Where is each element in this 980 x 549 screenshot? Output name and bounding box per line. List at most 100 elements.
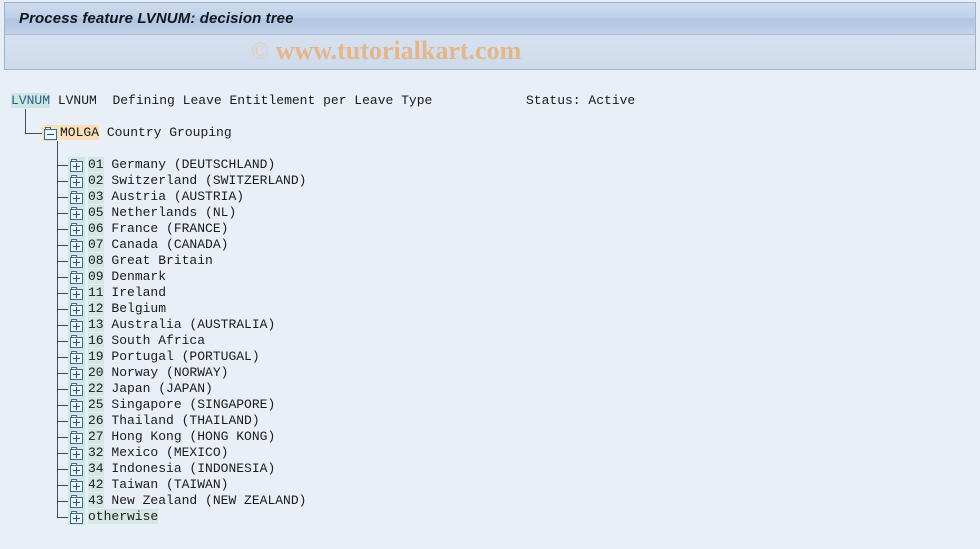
node-icon-cell[interactable] [68, 509, 85, 525]
node-code[interactable]: 16 [88, 333, 104, 348]
node-code[interactable]: 11 [88, 285, 104, 300]
tree-node-row[interactable]: 20 Norway (NORWAY) [88, 365, 228, 381]
folder-minus-icon[interactable] [44, 127, 57, 140]
node-icon-cell[interactable] [68, 173, 85, 189]
node-code[interactable]: 20 [88, 365, 104, 380]
node-icon-cell[interactable] [68, 285, 85, 301]
tree-node-row[interactable]: 25 Singapore (SINGAPORE) [88, 397, 275, 413]
folder-plus-icon[interactable] [70, 431, 83, 444]
node-icon-cell[interactable] [68, 301, 85, 317]
node-icon-cell[interactable] [68, 253, 85, 269]
folder-plus-icon[interactable] [70, 207, 83, 220]
tree-node-row[interactable]: 19 Portugal (PORTUGAL) [88, 349, 260, 365]
folder-plus-icon[interactable] [70, 255, 83, 268]
node-code[interactable]: 27 [88, 429, 104, 444]
folder-plus-icon[interactable] [70, 367, 83, 380]
node-icon-cell[interactable] [68, 397, 85, 413]
tree-node-row[interactable]: 11 Ireland [88, 285, 166, 301]
node-code[interactable]: 02 [88, 173, 104, 188]
node-code[interactable]: 34 [88, 461, 104, 476]
folder-plus-icon[interactable] [70, 335, 83, 348]
node-icon-cell[interactable] [68, 461, 85, 477]
tree-node-row[interactable]: 16 South Africa [88, 333, 205, 349]
root-code[interactable]: MOLGA [60, 125, 100, 140]
tree-node-row[interactable]: 32 Mexico (MEXICO) [88, 445, 228, 461]
node-label: France (FRANCE) [111, 221, 229, 236]
node-code[interactable]: 05 [88, 205, 104, 220]
tree-node-row[interactable]: 02 Switzerland (SWITZERLAND) [88, 173, 306, 189]
folder-plus-icon[interactable] [70, 415, 83, 428]
wire-branch [57, 517, 68, 518]
folder-plus-icon[interactable] [70, 511, 83, 524]
tree-node-row[interactable]: 43 New Zealand (NEW ZEALAND) [88, 493, 306, 509]
node-code[interactable]: 01 [88, 157, 104, 172]
node-icon-cell[interactable] [68, 413, 85, 429]
tree-node-row[interactable]: 01 Germany (DEUTSCHLAND) [88, 157, 275, 173]
node-icon-cell[interactable] [68, 381, 85, 397]
tree-node-row[interactable]: 34 Indonesia (INDONESIA) [88, 461, 275, 477]
tree-node-row[interactable]: 26 Thailand (THAILAND) [88, 413, 260, 429]
tree-node-row[interactable]: 03 Austria (AUSTRIA) [88, 189, 244, 205]
folder-plus-icon[interactable] [70, 463, 83, 476]
folder-plus-icon[interactable] [70, 319, 83, 332]
node-icon-cell[interactable] [68, 237, 85, 253]
node-label[interactable]: otherwise [88, 509, 159, 524]
node-icon-cell[interactable] [68, 349, 85, 365]
folder-plus-icon[interactable] [70, 239, 83, 252]
node-code[interactable]: 07 [88, 237, 104, 252]
node-code[interactable]: 25 [88, 397, 104, 412]
node-code[interactable]: 06 [88, 221, 104, 236]
node-icon-cell[interactable] [68, 445, 85, 461]
node-icon-cell[interactable] [68, 333, 85, 349]
root-icon-cell[interactable] [42, 125, 59, 141]
folder-plus-icon[interactable] [70, 399, 83, 412]
wire-branch [57, 165, 68, 166]
tree-node-row[interactable]: 42 Taiwan (TAIWAN) [88, 477, 228, 493]
tree-node-row[interactable]: otherwise [88, 509, 159, 525]
folder-plus-icon[interactable] [70, 479, 83, 492]
tree-node-row[interactable]: 07 Canada (CANADA) [88, 237, 228, 253]
node-icon-cell[interactable] [68, 429, 85, 445]
node-code[interactable]: 42 [88, 477, 104, 492]
node-icon-cell[interactable] [68, 365, 85, 381]
node-code[interactable]: 26 [88, 413, 104, 428]
node-code[interactable]: 22 [88, 381, 104, 396]
wire-branch [57, 405, 68, 406]
node-code[interactable]: 03 [88, 189, 104, 204]
folder-plus-icon[interactable] [70, 223, 83, 236]
tree-node-row[interactable]: 13 Australia (AUSTRALIA) [88, 317, 275, 333]
tree-node-row[interactable]: 12 Belgium [88, 301, 166, 317]
folder-plus-icon[interactable] [70, 271, 83, 284]
node-code[interactable]: 13 [88, 317, 104, 332]
folder-plus-icon[interactable] [70, 303, 83, 316]
feature-code[interactable]: LVNUM [11, 93, 51, 108]
node-icon-cell[interactable] [68, 477, 85, 493]
node-icon-cell[interactable] [68, 157, 85, 173]
node-icon-cell[interactable] [68, 269, 85, 285]
node-code[interactable]: 09 [88, 269, 104, 284]
node-code[interactable]: 12 [88, 301, 104, 316]
tree-node-row[interactable]: 05 Netherlands (NL) [88, 205, 236, 221]
tree-node-row[interactable]: 22 Japan (JAPAN) [88, 381, 213, 397]
node-icon-cell[interactable] [68, 205, 85, 221]
folder-plus-icon[interactable] [70, 383, 83, 396]
node-code[interactable]: 19 [88, 349, 104, 364]
folder-plus-icon[interactable] [70, 175, 83, 188]
folder-plus-icon[interactable] [70, 351, 83, 364]
node-code[interactable]: 08 [88, 253, 104, 268]
node-icon-cell[interactable] [68, 189, 85, 205]
folder-plus-icon[interactable] [70, 159, 83, 172]
folder-plus-icon[interactable] [70, 495, 83, 508]
tree-node-row[interactable]: 27 Hong Kong (HONG KONG) [88, 429, 275, 445]
node-icon-cell[interactable] [68, 317, 85, 333]
folder-plus-icon[interactable] [70, 447, 83, 460]
node-code[interactable]: 43 [88, 493, 104, 508]
tree-node-row[interactable]: 09 Denmark [88, 269, 166, 285]
folder-plus-icon[interactable] [70, 287, 83, 300]
tree-node-row[interactable]: 08 Great Britain [88, 253, 213, 269]
tree-node-row[interactable]: 06 France (FRANCE) [88, 221, 228, 237]
node-code[interactable]: 32 [88, 445, 104, 460]
folder-plus-icon[interactable] [70, 191, 83, 204]
node-icon-cell[interactable] [68, 221, 85, 237]
node-icon-cell[interactable] [68, 493, 85, 509]
